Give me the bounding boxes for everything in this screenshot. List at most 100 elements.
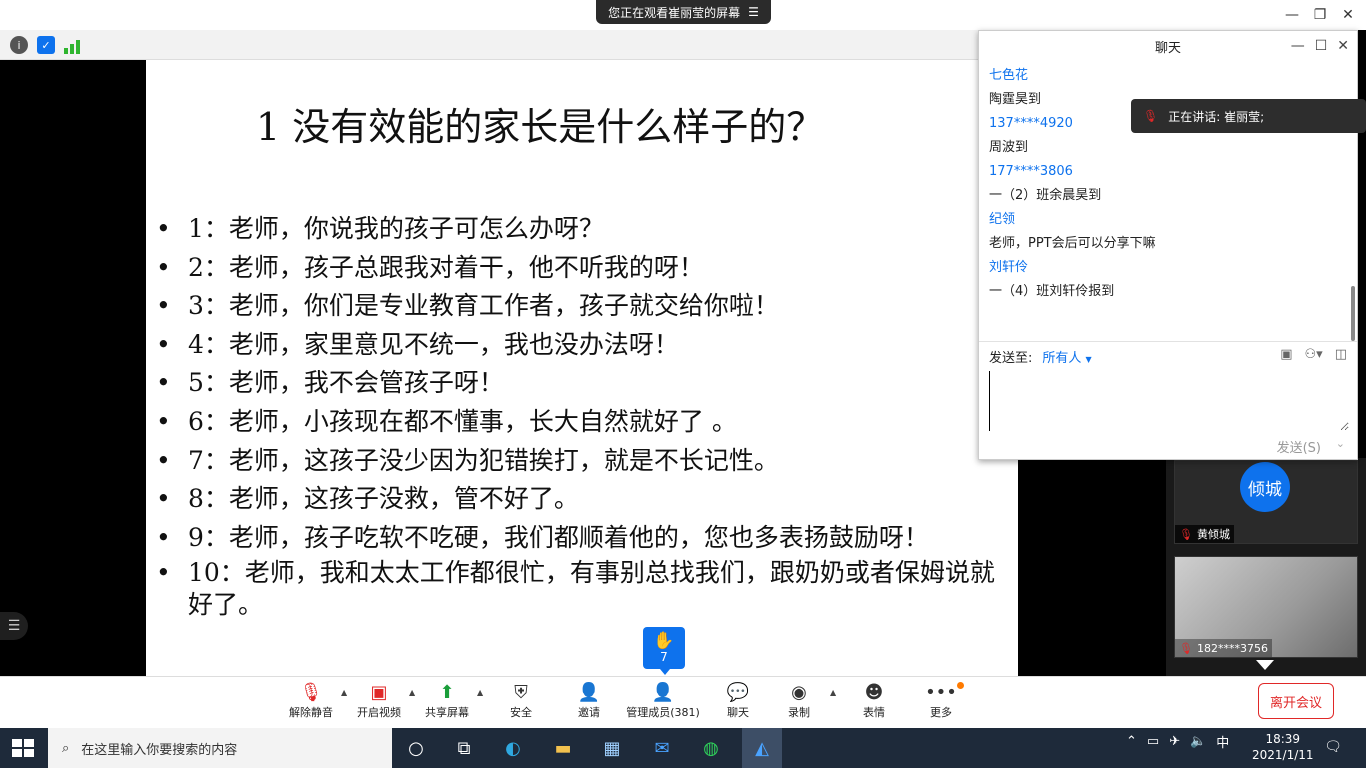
windows-start-icon[interactable] [12,739,34,757]
toolbar-label: 邀请 [578,706,600,719]
tencent-meeting-icon[interactable]: ◭ [742,728,782,768]
side-menu-button[interactable]: ☰ [0,612,28,640]
chat-scrollbar[interactable] [1351,286,1355,341]
toolbar-label: 管理成员(381) [626,706,700,719]
more-icon: ••• [925,682,957,703]
raise-hand-count: 7 [660,650,668,664]
speaking-indicator: 🎙 正在讲话: 崔丽莹; [1131,99,1366,133]
restore-button[interactable]: ❐ [1306,1,1334,29]
caret-up-icon[interactable]: ▲ [830,688,836,697]
toolbar-label: 安全 [510,706,532,719]
slide-list: 1：老师，你说我的孩子可怎么办呀？ 2：老师，孩子总跟我对着干，他不听我的呀！ … [154,210,1004,621]
record-icon: ◉ [791,682,807,703]
network-icon[interactable]: ✈ [1169,734,1180,749]
chat-message: 一（4）班刘轩伶报到 [989,284,1115,299]
list-item: 3：老师，你们是专业教育工作者，孩子就交给你啦！ [154,287,1004,326]
wechat-icon[interactable]: ◍ [696,733,726,763]
send-button[interactable]: 发送(S) [1277,437,1321,456]
chat-sender[interactable]: 纪领 [989,211,1329,235]
toolbar-label: 开启视频 [357,706,401,719]
more-button[interactable]: ••• 更多 [906,682,976,720]
share-screen-button[interactable]: ⬆ 共享屏幕 [412,682,482,720]
reactions-button[interactable]: ☻ 表情 [839,682,909,720]
share-screen-icon: ⬆ [439,682,455,703]
edge-icon[interactable]: ◐ [498,733,528,763]
notification-dot [957,682,964,689]
toolbar-label: 共享屏幕 [425,706,469,719]
leave-meeting-button[interactable]: 离开会议 [1258,683,1334,719]
list-item: 5：老师，我不会管孩子呀！ [154,364,1004,403]
info-icon[interactable]: i [10,36,28,54]
start-video-button[interactable]: ▣ 开启视频 [344,682,414,720]
toolbar-label: 表情 [863,706,885,719]
meeting-info-bar [0,30,980,60]
mic-muted-icon: 🎙 [1179,641,1193,655]
maximize-icon[interactable]: ☐ [1315,38,1328,54]
task-view-icon[interactable]: ⧉ [449,733,479,763]
list-item: 4：老师，家里意见不统一，我也没办法呀！ [154,326,1004,365]
chat-message: 一（2）班余晨昊到 [989,188,1102,203]
chat-input[interactable] [989,371,1349,431]
layout-icon[interactable]: ◫ [1335,347,1347,362]
chevron-up-icon[interactable]: ⌃ [1126,734,1137,749]
close-icon[interactable]: ✕ [1337,38,1349,54]
chat-button[interactable]: 💬 聊天 [703,682,773,720]
share-banner-label: 您正在观看崔丽莹的屏幕 [608,5,741,20]
cortana-icon[interactable]: ○ [401,733,431,763]
participants-icon: 👤 [651,682,675,703]
store-icon[interactable]: ▦ [597,733,627,763]
divider [979,341,1357,342]
slide-title: 1 没有效能的家长是什么样子的？ [256,105,825,149]
toolbar-label: 更多 [930,706,952,719]
file-explorer-icon[interactable]: ▬ [548,733,578,763]
scroll-down-icon[interactable] [1256,660,1274,670]
chat-header: 聊天 — ☐ ✕ [979,31,1357,61]
clock[interactable]: 18:39 2021/1/11 [1252,731,1314,763]
battery-icon[interactable]: ▭ [1147,734,1159,749]
caret-up-icon[interactable]: ▲ [477,688,483,697]
unmute-button[interactable]: 🎙 解除静音 [276,682,346,720]
participant-name-label: 182****3756 [1196,641,1268,655]
invite-button[interactable]: 👤 邀请 [554,682,624,720]
minimize-button[interactable]: — [1278,1,1306,29]
chevron-down-icon[interactable]: ⌄ [1336,437,1345,450]
chat-sender[interactable]: 七色花 [989,67,1329,91]
security-button[interactable]: ⛨ 安全 [486,682,556,720]
record-button[interactable]: ◉ 录制 [764,682,834,720]
participant-name: 🎙 182****3756 [1175,639,1272,657]
emoji-icon: ☻ [864,682,884,703]
caret-down-icon: ▼ [1085,355,1092,364]
share-banner[interactable]: 您正在观看崔丽莹的屏幕 ☰ [596,0,771,24]
shield-icon[interactable]: ✓ [37,36,55,54]
close-button[interactable]: ✕ [1334,1,1362,29]
chat-title: 聊天 [1154,40,1181,56]
speaking-label: 正在讲话: 崔丽莹; [1168,109,1265,124]
signal-icon[interactable] [64,36,82,54]
list-item: 10：老师，我和太太工作都很忙，有事别总找我们，跟奶奶或者保姆说就好了。 [154,557,1004,621]
ime-indicator[interactable]: 中 [1216,732,1229,751]
toolbar-label: 解除静音 [289,706,333,719]
raise-hand-indicator[interactable]: ✋ 7 [643,627,685,675]
send-to-row: 发送至: 所有人 ▼ [989,347,1092,366]
volume-icon[interactable]: 🔈 [1190,734,1206,749]
chat-sender[interactable]: 177****3806 [989,163,1329,187]
image-icon[interactable]: ▣ [1280,347,1292,362]
chat-message: 老师，PPT会后可以分享下嘛 [989,236,1156,251]
mic-muted-icon: 🎙 [1143,109,1159,123]
list-item: 2：老师，孩子总跟我对着干，他不听我的呀！ [154,249,1004,288]
participant-name: 🎙 黄倾城 [1175,525,1234,543]
minimize-icon[interactable]: — [1291,38,1305,54]
toolbar-label: 录制 [788,706,810,719]
taskbar-search[interactable]: ⌕ 在这里输入你要搜索的内容 [48,728,392,768]
avatar: 倾城 [1240,462,1290,512]
list-icon: ☰ [748,5,759,19]
notification-icon[interactable]: 🗨 [1322,737,1344,757]
participants-button[interactable]: 👤 管理成员(381) [621,682,705,720]
chat-message: 周波到 [989,140,1029,155]
shared-slide: 1 没有效能的家长是什么样子的？ 1：老师，你说我的孩子可怎么办呀？ 2：老师，… [146,60,1018,676]
chat-panel: 聊天 — ☐ ✕ 七色花 陶霆昊到 137****4920 周波到 177***… [978,30,1358,460]
user-options-icon[interactable]: ⚇▾ [1305,347,1323,362]
chat-sender[interactable]: 刘轩伶 [989,259,1329,283]
mail-icon[interactable]: ✉ [647,733,677,763]
send-to-select[interactable]: 所有人 ▼ [1042,347,1091,366]
